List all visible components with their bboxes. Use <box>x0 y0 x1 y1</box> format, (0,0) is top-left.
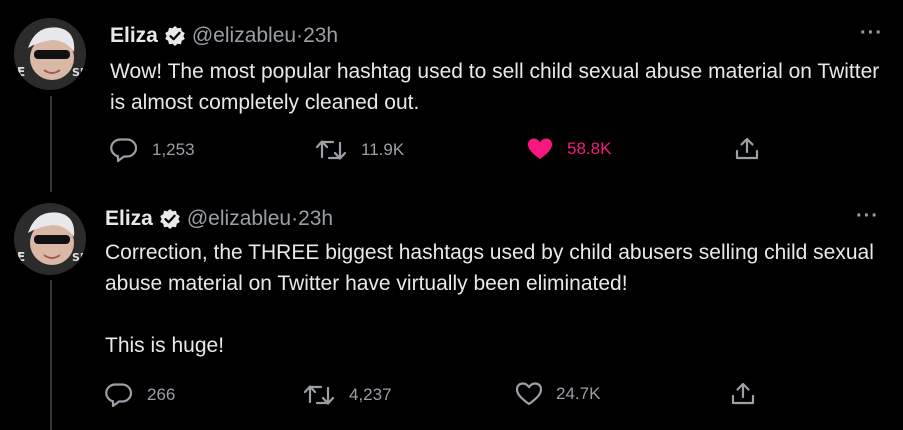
timestamp[interactable]: 23h <box>303 24 338 48</box>
tweet-text: Correction, the THREE biggest hashtags u… <box>105 241 874 357</box>
tweet-header: Eliza @elizableu · 23h <box>110 24 338 48</box>
tweet-text: Wow! The most popular hashtag used to se… <box>110 60 880 114</box>
time-separator: · <box>296 24 304 47</box>
tweet-header: Eliza @elizableu · 23h <box>105 207 333 231</box>
avatar-image: E SF <box>14 203 86 275</box>
share-button[interactable] <box>734 136 760 162</box>
like-count: 24.7K <box>556 384 601 403</box>
time-separator: · <box>291 207 299 230</box>
retweet-button[interactable]: 4,237 <box>303 382 392 408</box>
avatar[interactable]: E SF <box>14 18 86 90</box>
heart-icon <box>528 138 552 159</box>
handle[interactable]: @elizableu <box>187 207 291 231</box>
svg-text:SF: SF <box>72 66 86 79</box>
verified-badge-icon <box>164 25 186 47</box>
like-button[interactable]: 24.7K <box>516 382 600 406</box>
avatar[interactable]: E SF <box>14 203 86 275</box>
retweet-count: 11.9K <box>361 140 405 159</box>
reply-button[interactable]: 1,253 <box>110 137 195 163</box>
share-icon <box>735 137 759 160</box>
display-name[interactable]: Eliza <box>110 24 158 48</box>
handle[interactable]: @elizableu <box>192 24 296 48</box>
reply-icon <box>105 383 133 408</box>
reply-icon <box>110 138 138 163</box>
svg-text:E: E <box>17 250 25 264</box>
more-icon[interactable]: ··· <box>856 205 879 228</box>
reply-count: 1,253 <box>152 140 195 159</box>
tweet[interactable]: E SF Eliza @elizableu · 23h ··· Wow! The… <box>0 0 903 195</box>
retweet-icon <box>303 385 335 405</box>
like-count: 58.8K <box>567 139 612 158</box>
verified-badge-icon <box>159 208 181 230</box>
svg-text:SF: SF <box>72 251 86 264</box>
reply-button[interactable]: 266 <box>105 382 175 408</box>
retweet-button[interactable]: 11.9K <box>315 137 404 163</box>
avatar-image: E SF <box>14 18 86 90</box>
like-button[interactable]: 58.8K <box>527 137 611 161</box>
share-icon <box>731 382 755 405</box>
retweet-count: 4,237 <box>349 385 392 404</box>
heart-icon <box>516 382 542 406</box>
svg-text:E: E <box>17 65 25 79</box>
display-name[interactable]: Eliza <box>105 207 153 231</box>
share-button[interactable] <box>730 381 756 407</box>
more-icon[interactable]: ··· <box>860 22 883 45</box>
reply-count: 266 <box>147 385 176 404</box>
tweet[interactable]: E SF Eliza @elizableu · 23h ··· Correcti… <box>0 195 903 430</box>
timestamp[interactable]: 23h <box>298 207 333 231</box>
retweet-icon <box>315 140 347 160</box>
